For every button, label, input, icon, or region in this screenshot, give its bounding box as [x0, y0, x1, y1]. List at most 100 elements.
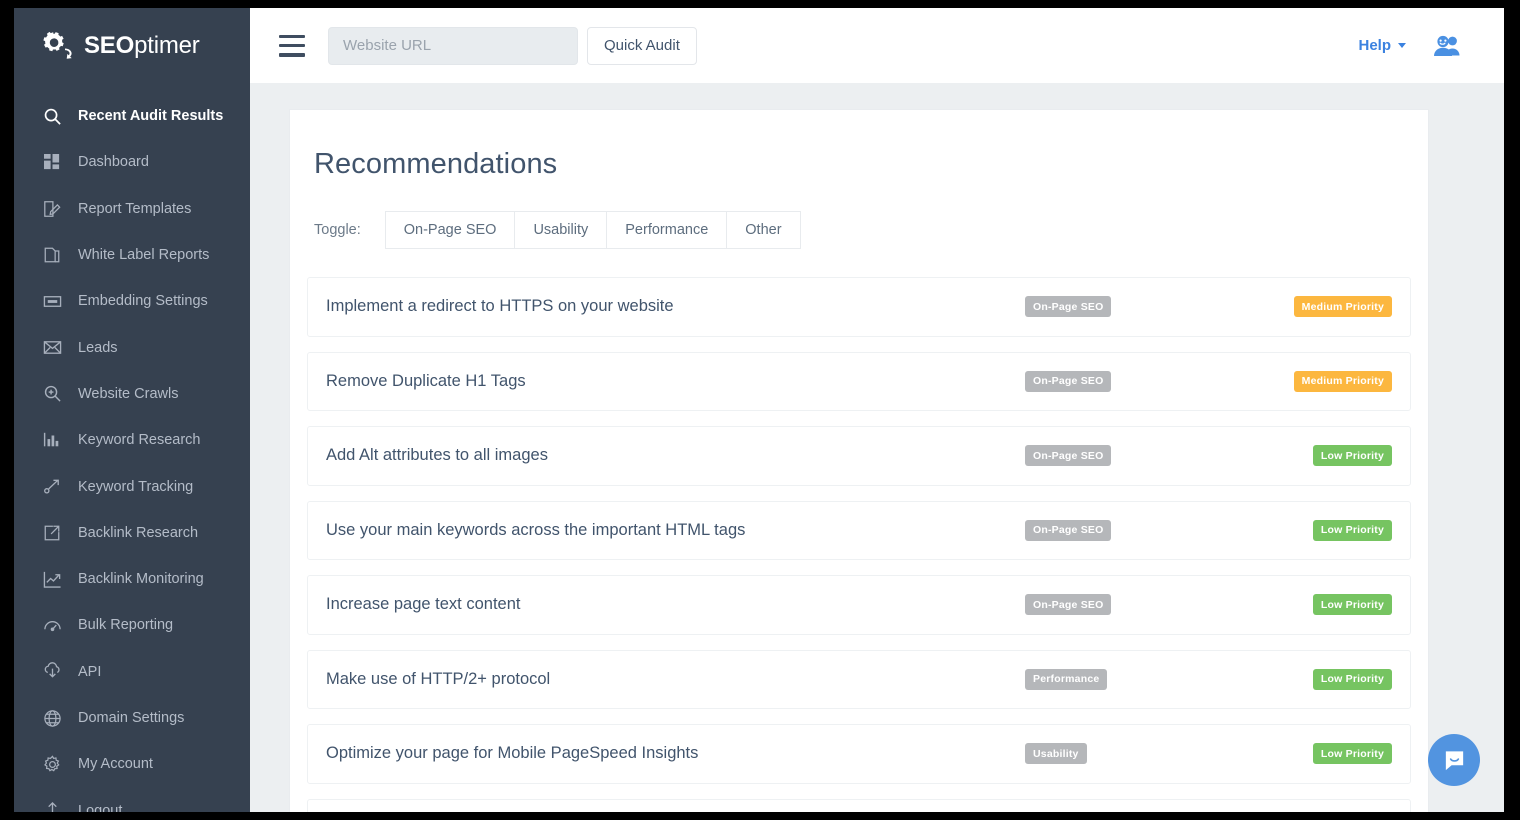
- sidebar-item-label: Recent Audit Results: [78, 108, 223, 124]
- users-icon[interactable]: [1432, 35, 1462, 57]
- gear-icon: [42, 754, 62, 774]
- recommendation-row[interactable]: Optimize your page for Desktop PageSpeed…: [307, 799, 1411, 813]
- sidebar-item-logout[interactable]: Logout: [14, 787, 250, 812]
- recommendation-title: Use your main keywords across the import…: [308, 521, 745, 540]
- recommendation-title: Optimize your page for Mobile PageSpeed …: [308, 744, 698, 763]
- priority-badge: Low Priority: [1313, 743, 1392, 764]
- category-badge: On-Page SEO: [1025, 445, 1111, 466]
- brand-logo-area[interactable]: SEOptimer: [14, 8, 250, 83]
- category-badge: On-Page SEO: [1025, 520, 1111, 541]
- gauge-icon: [42, 615, 62, 635]
- recommendation-title: Implement a redirect to HTTPS on your we…: [308, 297, 674, 316]
- sidebar-item-label: Keyword Research: [78, 432, 201, 448]
- external-link-icon: [42, 523, 62, 543]
- recommendations-list: Implement a redirect to HTTPS on your we…: [290, 249, 1428, 812]
- recommendation-row[interactable]: Remove Duplicate H1 Tags On-Page SEO Mediu…: [307, 352, 1411, 412]
- toggle-filter-row: Toggle: On-Page SEO Usability Performanc…: [290, 181, 1428, 249]
- sidebar-item-api[interactable]: API: [14, 649, 250, 695]
- tab-on-page-seo[interactable]: On-Page SEO: [385, 211, 515, 249]
- top-bar: Quick Audit Help: [250, 8, 1504, 83]
- recommendation-title: Remove Duplicate H1 Tags: [308, 372, 526, 391]
- app-viewport: SEOptimer Recent Audit Results Dashboard: [14, 8, 1504, 812]
- recommendation-row[interactable]: Increase page text content On-Page SEO Low…: [307, 575, 1411, 635]
- search-plus-icon: [42, 384, 62, 404]
- sidebar-item-domain-settings[interactable]: Domain Settings: [14, 695, 250, 741]
- recommendation-title: Add Alt attributes to all images: [308, 446, 548, 465]
- topbar-right-actions: Help: [1358, 35, 1504, 57]
- sidebar-nav: Recent Audit Results Dashboard Report Te…: [14, 83, 250, 812]
- category-badge: On-Page SEO: [1025, 371, 1111, 392]
- sidebar: SEOptimer Recent Audit Results Dashboard: [14, 8, 250, 812]
- toggle-label: Toggle:: [314, 222, 361, 238]
- priority-badge: Low Priority: [1313, 669, 1392, 690]
- sidebar-item-my-account[interactable]: My Account: [14, 741, 250, 787]
- sidebar-item-label: Bulk Reporting: [78, 617, 173, 633]
- sidebar-item-label: Website Crawls: [78, 386, 178, 402]
- logout-upload-icon: [42, 801, 62, 812]
- help-menu[interactable]: Help: [1358, 37, 1406, 54]
- recommendation-row[interactable]: Add Alt attributes to all images On-Page …: [307, 426, 1411, 486]
- sidebar-item-label: My Account: [78, 756, 153, 772]
- category-badge: On-Page SEO: [1025, 594, 1111, 615]
- sidebar-item-keyword-research[interactable]: Keyword Research: [14, 417, 250, 463]
- sidebar-item-bulk-reporting[interactable]: Bulk Reporting: [14, 602, 250, 648]
- recommendation-title: Make use of HTTP/2+ protocol: [308, 670, 550, 689]
- cloud-download-icon: [42, 662, 62, 682]
- sidebar-item-label: Leads: [78, 340, 118, 356]
- recommendation-title: Increase page text content: [308, 595, 520, 614]
- sidebar-item-label: Backlink Research: [78, 525, 198, 541]
- sidebar-item-dashboard[interactable]: Dashboard: [14, 139, 250, 185]
- sidebar-item-leads[interactable]: Leads: [14, 324, 250, 370]
- copy-files-icon: [42, 245, 62, 265]
- chart-up-icon: [42, 569, 62, 589]
- brand-name: SEOptimer: [84, 32, 200, 60]
- sidebar-item-backlink-monitoring[interactable]: Backlink Monitoring: [14, 556, 250, 602]
- embed-box-icon: [42, 291, 62, 311]
- recommendation-row[interactable]: Optimize your page for Mobile PageSpeed …: [307, 724, 1411, 784]
- sidebar-item-website-crawls[interactable]: Website Crawls: [14, 371, 250, 417]
- content-area: Recommendations Toggle: On-Page SEO Usab…: [250, 83, 1504, 812]
- sidebar-item-backlink-research[interactable]: Backlink Research: [14, 510, 250, 556]
- tab-usability[interactable]: Usability: [514, 211, 606, 249]
- category-toggle-group: On-Page SEO Usability Performance Other: [385, 211, 801, 249]
- sidebar-item-recent-audit-results[interactable]: Recent Audit Results: [14, 93, 250, 139]
- sidebar-item-white-label-reports[interactable]: White Label Reports: [14, 232, 250, 278]
- website-url-input[interactable]: [328, 27, 578, 65]
- tab-performance[interactable]: Performance: [606, 211, 726, 249]
- recommendation-row[interactable]: Make use of HTTP/2+ protocolPerformanceL…: [307, 650, 1411, 710]
- hamburger-icon[interactable]: [279, 35, 305, 57]
- seoptimer-gear-logo-icon: [40, 29, 74, 63]
- recommendations-card: Recommendations Toggle: On-Page SEO Usab…: [289, 109, 1429, 812]
- edit-square-icon: [42, 199, 62, 219]
- category-badge: Usability: [1025, 743, 1087, 764]
- priority-badge: Medium Priority: [1294, 296, 1392, 317]
- recommendation-row[interactable]: Use your main keywords across the import…: [307, 501, 1411, 561]
- sidebar-item-embedding-settings[interactable]: Embedding Settings: [14, 278, 250, 324]
- priority-badge: Low Priority: [1313, 594, 1392, 615]
- sidebar-item-label: API: [78, 664, 101, 680]
- bar-chart-icon: [42, 430, 62, 450]
- category-badge: On-Page SEO: [1025, 296, 1111, 317]
- sidebar-item-label: Embedding Settings: [78, 293, 208, 309]
- priority-badge: Low Priority: [1313, 445, 1392, 466]
- recommendation-row[interactable]: Implement a redirect to HTTPS on your we…: [307, 277, 1411, 337]
- globe-icon: [42, 708, 62, 728]
- chat-bubble-icon[interactable]: [1428, 734, 1480, 786]
- priority-badge: Medium Priority: [1294, 371, 1392, 392]
- sidebar-item-label: Logout: [78, 803, 122, 812]
- trend-line-icon: [42, 477, 62, 497]
- tab-other[interactable]: Other: [726, 211, 800, 249]
- envelope-icon: [42, 338, 62, 358]
- grid-icon: [42, 152, 62, 172]
- search-icon: [42, 106, 62, 126]
- sidebar-item-keyword-tracking[interactable]: Keyword Tracking: [14, 463, 250, 509]
- sidebar-item-label: Keyword Tracking: [78, 479, 193, 495]
- sidebar-item-label: White Label Reports: [78, 247, 209, 263]
- help-label: Help: [1358, 37, 1391, 54]
- sidebar-item-label: Domain Settings: [78, 710, 184, 726]
- priority-badge: Low Priority: [1313, 520, 1392, 541]
- quick-audit-button[interactable]: Quick Audit: [587, 27, 697, 65]
- page-title: Recommendations: [290, 110, 1428, 181]
- sidebar-item-label: Report Templates: [78, 201, 191, 217]
- sidebar-item-report-templates[interactable]: Report Templates: [14, 186, 250, 232]
